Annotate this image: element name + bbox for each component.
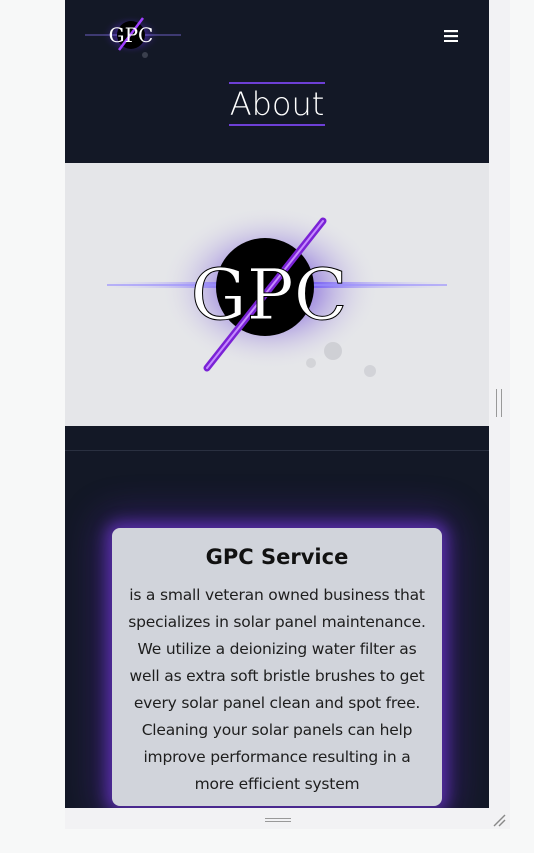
device-frame-bottom-bar bbox=[65, 808, 510, 829]
logo-small-text: GPC bbox=[109, 23, 154, 47]
service-card-title: GPC Service bbox=[205, 545, 349, 569]
gpc-logo-large: GPC bbox=[107, 206, 447, 377]
gpc-logo-small[interactable]: GPC bbox=[85, 10, 181, 62]
page-title-text: About bbox=[228, 82, 326, 126]
hero-logo-text: GPC bbox=[191, 254, 348, 336]
site-header: GPC About bbox=[65, 0, 489, 163]
hamburger-menu-button[interactable] bbox=[437, 20, 465, 48]
section-divider bbox=[65, 450, 489, 451]
bottom-resize-handle[interactable] bbox=[265, 818, 291, 822]
side-resize-handle[interactable] bbox=[496, 389, 502, 417]
hero-banner: GPC bbox=[65, 163, 489, 426]
service-card: GPC Service is a small veteran owned bus… bbox=[112, 528, 442, 806]
page-title: About bbox=[65, 82, 489, 126]
hamburger-icon bbox=[444, 29, 458, 42]
service-card-description: is a small veteran owned business that s… bbox=[128, 586, 426, 793]
mobile-viewport: GPC About GPC GPC Service is a small vet… bbox=[65, 0, 489, 808]
resize-corner-icon[interactable] bbox=[492, 813, 506, 827]
